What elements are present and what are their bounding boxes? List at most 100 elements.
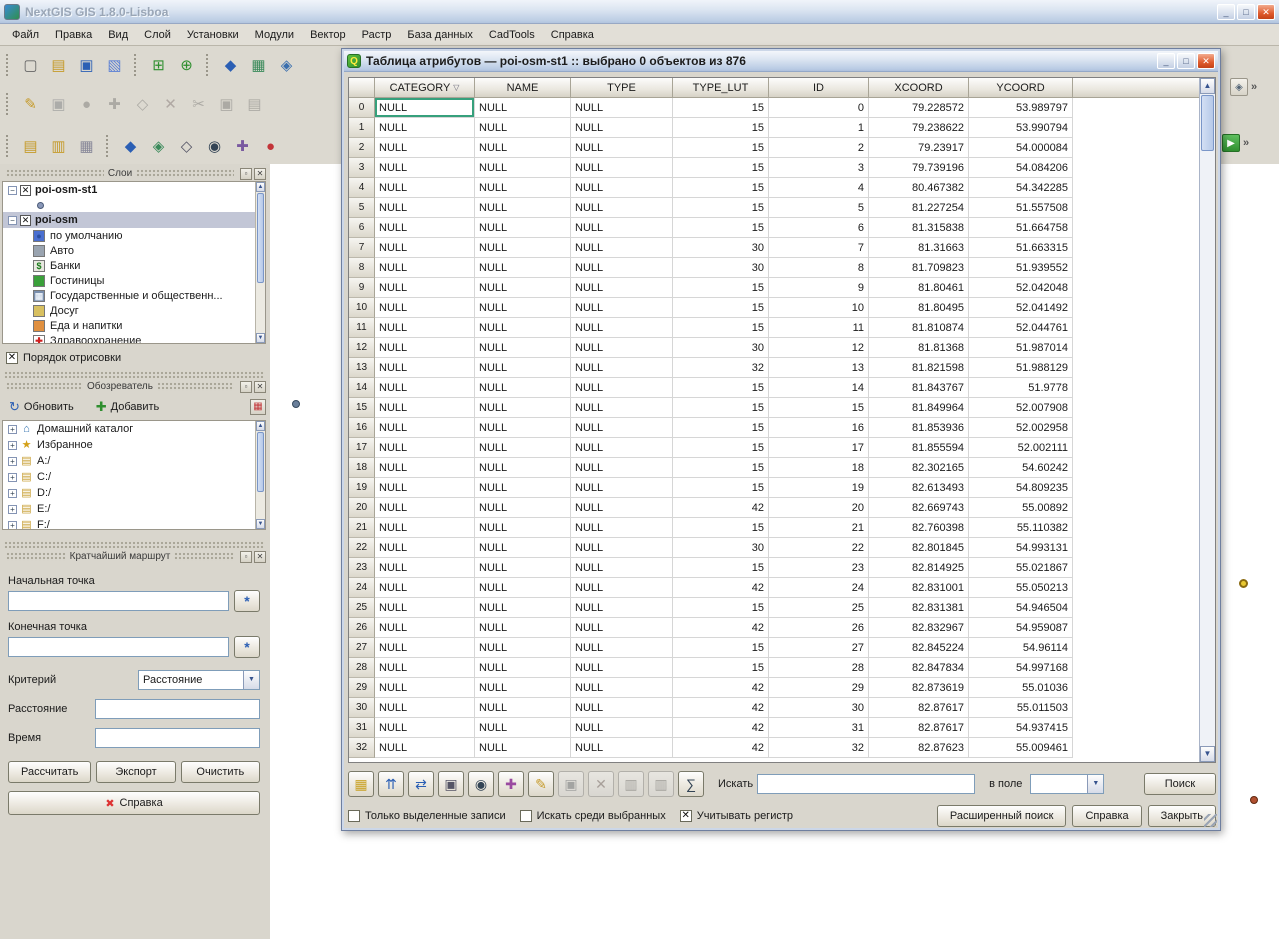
table-cell[interactable]: NULL bbox=[475, 618, 571, 638]
table-cell[interactable]: NULL bbox=[375, 258, 475, 278]
table-cell[interactable]: 24 bbox=[769, 578, 869, 598]
table-cell[interactable]: NULL bbox=[475, 578, 571, 598]
browser-item[interactable]: +▤C:/ bbox=[3, 469, 265, 485]
table-cell[interactable]: 55.021867 bbox=[969, 558, 1073, 578]
row-header[interactable]: 15 bbox=[349, 398, 375, 418]
open-project-icon[interactable]: ▤ bbox=[46, 53, 71, 78]
table-cell[interactable]: 55.009461 bbox=[969, 738, 1073, 758]
table-cell[interactable]: 54.997168 bbox=[969, 658, 1073, 678]
table-cell[interactable]: NULL bbox=[375, 698, 475, 718]
row-header[interactable]: 14 bbox=[349, 378, 375, 398]
table-cell[interactable]: 81.31663 bbox=[869, 238, 969, 258]
distance-input[interactable] bbox=[95, 699, 260, 719]
table-cell[interactable]: NULL bbox=[475, 98, 571, 118]
table-cell[interactable]: NULL bbox=[375, 358, 475, 378]
table-cell[interactable]: NULL bbox=[375, 678, 475, 698]
table-cell[interactable]: 1 bbox=[769, 118, 869, 138]
table-cell[interactable]: NULL bbox=[571, 738, 673, 758]
table-cell[interactable]: NULL bbox=[475, 138, 571, 158]
table-corner-cell[interactable] bbox=[349, 78, 375, 98]
column-header-ycoord[interactable]: YCOORD bbox=[969, 78, 1073, 98]
float-panel-icon[interactable]: ▫ bbox=[240, 381, 252, 393]
table-cell[interactable]: 15 bbox=[673, 98, 769, 118]
table-cell[interactable]: NULL bbox=[475, 358, 571, 378]
dock-splitter[interactable] bbox=[4, 541, 264, 548]
menu-item[interactable]: Слой bbox=[136, 26, 179, 44]
table-cell[interactable]: 82.669743 bbox=[869, 498, 969, 518]
unselect-all-icon[interactable]: ▦ bbox=[348, 771, 374, 797]
table-cell[interactable]: 30 bbox=[673, 338, 769, 358]
dialog-close-button[interactable]: ✕ bbox=[1197, 53, 1215, 69]
expander-icon[interactable]: + bbox=[8, 473, 17, 482]
row-header[interactable]: 6 bbox=[349, 218, 375, 238]
table-cell[interactable]: NULL bbox=[375, 98, 475, 118]
table-cell[interactable]: 30 bbox=[769, 698, 869, 718]
open-attribute-table-icon[interactable]: ▤ bbox=[18, 134, 43, 159]
table-cell[interactable]: NULL bbox=[475, 218, 571, 238]
table-cell[interactable]: 42 bbox=[673, 618, 769, 638]
time-input[interactable] bbox=[95, 728, 260, 748]
table-cell[interactable]: 23 bbox=[769, 558, 869, 578]
draw-order-checkbox[interactable]: ✕ bbox=[6, 352, 18, 364]
table-cell[interactable]: 15 bbox=[673, 418, 769, 438]
table-cell[interactable]: 15 bbox=[673, 478, 769, 498]
scroll-down-icon[interactable]: ▼ bbox=[1200, 746, 1215, 762]
table-cell[interactable]: NULL bbox=[475, 398, 571, 418]
table-cell[interactable]: 81.315838 bbox=[869, 218, 969, 238]
table-cell[interactable]: NULL bbox=[475, 418, 571, 438]
select-by-rectangle-icon[interactable]: ◈ bbox=[146, 134, 171, 159]
table-cell[interactable]: 14 bbox=[769, 378, 869, 398]
table-cell[interactable]: 55.00892 bbox=[969, 498, 1073, 518]
field-select[interactable]: ▼ bbox=[1030, 774, 1104, 794]
table-cell[interactable]: NULL bbox=[571, 378, 673, 398]
row-header[interactable]: 5 bbox=[349, 198, 375, 218]
calculate-button[interactable]: Рассчитать bbox=[8, 761, 91, 783]
row-header[interactable]: 30 bbox=[349, 698, 375, 718]
table-cell[interactable]: 82.801845 bbox=[869, 538, 969, 558]
add-postgis-layer-icon[interactable]: ◈ bbox=[274, 53, 299, 78]
table-cell[interactable]: NULL bbox=[475, 658, 571, 678]
table-cell[interactable]: NULL bbox=[571, 298, 673, 318]
table-cell[interactable]: 54.60242 bbox=[969, 458, 1073, 478]
table-cell[interactable]: 20 bbox=[769, 498, 869, 518]
checkbox-checked-icon[interactable]: ✕ bbox=[680, 810, 692, 822]
expander-icon[interactable]: − bbox=[8, 216, 17, 225]
table-cell[interactable]: 82.832967 bbox=[869, 618, 969, 638]
table-cell[interactable]: 21 bbox=[769, 518, 869, 538]
table-cell[interactable]: 18 bbox=[769, 458, 869, 478]
checkbox-icon[interactable] bbox=[520, 810, 532, 822]
table-cell[interactable]: 9 bbox=[769, 278, 869, 298]
table-cell[interactable]: 13 bbox=[769, 358, 869, 378]
table-cell[interactable]: 15 bbox=[673, 638, 769, 658]
table-cell[interactable]: NULL bbox=[475, 318, 571, 338]
copy-selected-rows-icon[interactable]: ▣ bbox=[438, 771, 464, 797]
layer-checkbox[interactable]: ✕ bbox=[20, 215, 31, 226]
table-cell[interactable]: NULL bbox=[571, 558, 673, 578]
row-header[interactable]: 12 bbox=[349, 338, 375, 358]
table-cell[interactable]: NULL bbox=[475, 498, 571, 518]
row-header[interactable]: 1 bbox=[349, 118, 375, 138]
table-cell[interactable]: NULL bbox=[475, 438, 571, 458]
table-cell[interactable]: NULL bbox=[571, 98, 673, 118]
menu-item[interactable]: База данных bbox=[399, 26, 481, 44]
table-cell[interactable]: NULL bbox=[571, 178, 673, 198]
menu-item[interactable]: Правка bbox=[47, 26, 100, 44]
pick-end-point-icon[interactable]: * bbox=[234, 636, 260, 658]
dropdown-arrow-icon[interactable]: ▼ bbox=[1087, 775, 1103, 793]
row-header[interactable]: 24 bbox=[349, 578, 375, 598]
zoom-to-selected-icon[interactable]: ◉ bbox=[468, 771, 494, 797]
table-cell[interactable]: NULL bbox=[475, 158, 571, 178]
table-cell[interactable]: 81.853936 bbox=[869, 418, 969, 438]
table-cell[interactable]: NULL bbox=[475, 178, 571, 198]
table-cell[interactable]: NULL bbox=[571, 498, 673, 518]
table-cell[interactable]: NULL bbox=[375, 598, 475, 618]
table-cell[interactable]: NULL bbox=[475, 678, 571, 698]
toolbar-drag-handle[interactable] bbox=[6, 93, 11, 115]
new-gpx-layer-icon[interactable]: ⊕ bbox=[174, 53, 199, 78]
menu-item[interactable]: Вид bbox=[100, 26, 136, 44]
measure-line-icon[interactable]: ✚ bbox=[230, 134, 255, 159]
table-cell[interactable]: 29 bbox=[769, 678, 869, 698]
table-cell[interactable]: 15 bbox=[673, 658, 769, 678]
table-cell[interactable]: 42 bbox=[673, 498, 769, 518]
table-cell[interactable]: NULL bbox=[571, 418, 673, 438]
